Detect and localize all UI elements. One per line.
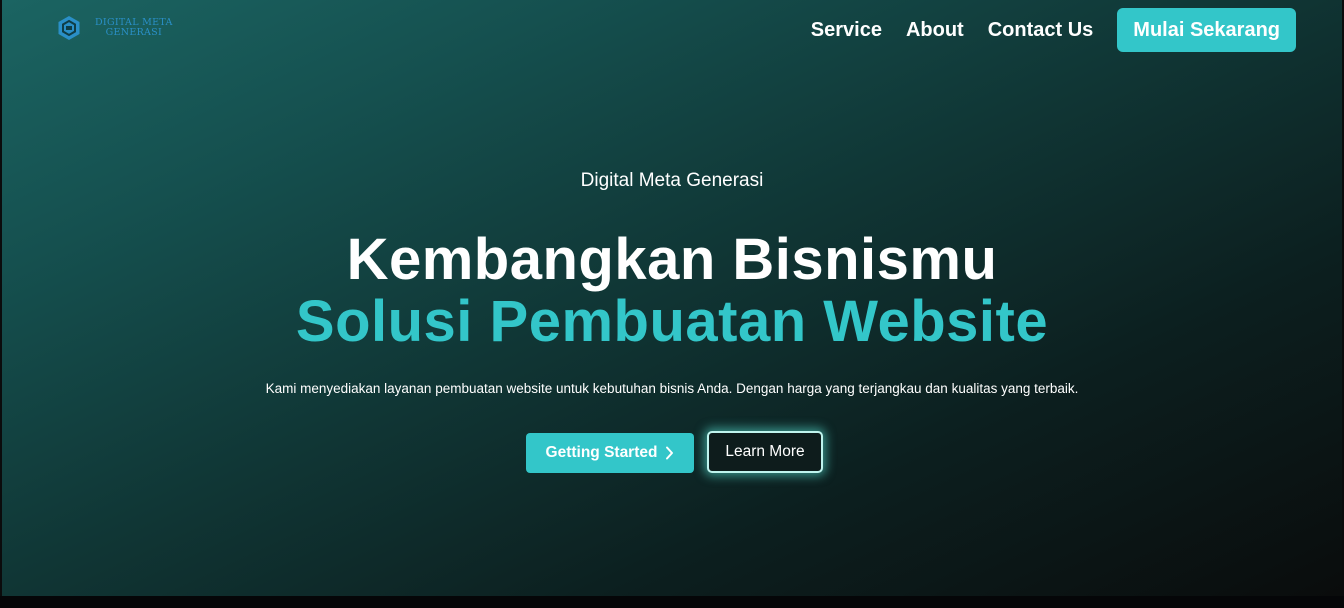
getting-started-label: Getting Started xyxy=(545,444,658,461)
getting-started-button[interactable]: Getting Started xyxy=(526,433,694,473)
nav-link-service[interactable]: Service xyxy=(811,8,882,52)
chevron-right-icon xyxy=(666,446,674,460)
learn-more-button[interactable]: Learn More xyxy=(707,431,823,473)
hexagon-logo-icon xyxy=(58,16,80,40)
page-bottom-edge xyxy=(0,596,1344,608)
nav-link-contact-us[interactable]: Contact Us xyxy=(988,8,1094,52)
hero-section: DIGITAL META GENERASI Service About Cont… xyxy=(2,0,1342,596)
nav-link-about[interactable]: About xyxy=(906,8,964,52)
hero-headline-accent: Solusi Pembuatan Website xyxy=(295,289,1049,354)
logo-wordmark: DIGITAL META GENERASI xyxy=(95,18,173,38)
hero-eyebrow: Digital Meta Generasi xyxy=(580,170,764,191)
learn-more-label: Learn More xyxy=(725,443,805,460)
hero-headline: Kembangkan Bisnismu xyxy=(346,227,998,292)
brand-logo[interactable]: DIGITAL META GENERASI xyxy=(57,15,173,41)
main-nav: Service About Contact Us Mulai Sekarang xyxy=(811,8,1296,52)
mulai-sekarang-button[interactable]: Mulai Sekarang xyxy=(1117,8,1296,52)
logo-line-2: GENERASI xyxy=(105,27,163,38)
hero-description: Kami menyediakan layanan pembuatan websi… xyxy=(265,381,1079,396)
